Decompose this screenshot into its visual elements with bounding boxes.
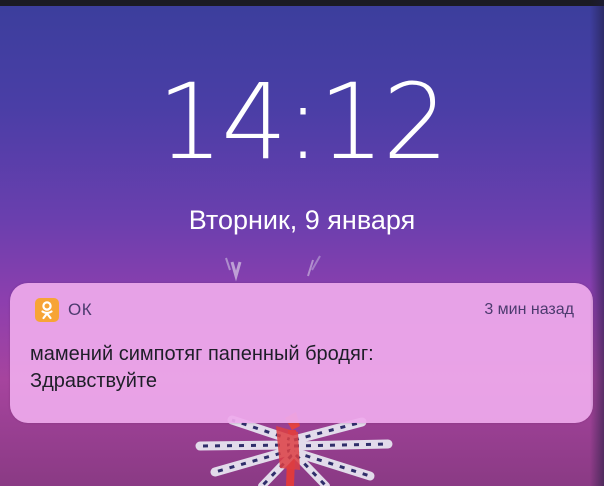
screen-edge-shadow — [590, 0, 604, 486]
lock-screen-clock: 14:12 — [157, 61, 449, 183]
notification-message: Здравствуйте — [30, 370, 157, 392]
odnoklassniki-icon — [35, 298, 59, 322]
notification-card[interactable]: ОК 3 мин назад мамений симпотяг папенный… — [10, 283, 593, 423]
notification-sender: мамений симпотяг папенный бродяг: — [30, 343, 374, 365]
notification-body: мамений симпотяг папенный бродяг: Здравс… — [30, 341, 570, 395]
notification-timestamp: 3 мин назад — [484, 301, 574, 318]
lock-screen: 14:12 Вторник, 9 января ОК 3 мин назад м… — [0, 0, 604, 486]
lock-screen-date: Вторник, 9 января — [188, 205, 416, 235]
notification-app-name: ОК — [68, 300, 93, 319]
